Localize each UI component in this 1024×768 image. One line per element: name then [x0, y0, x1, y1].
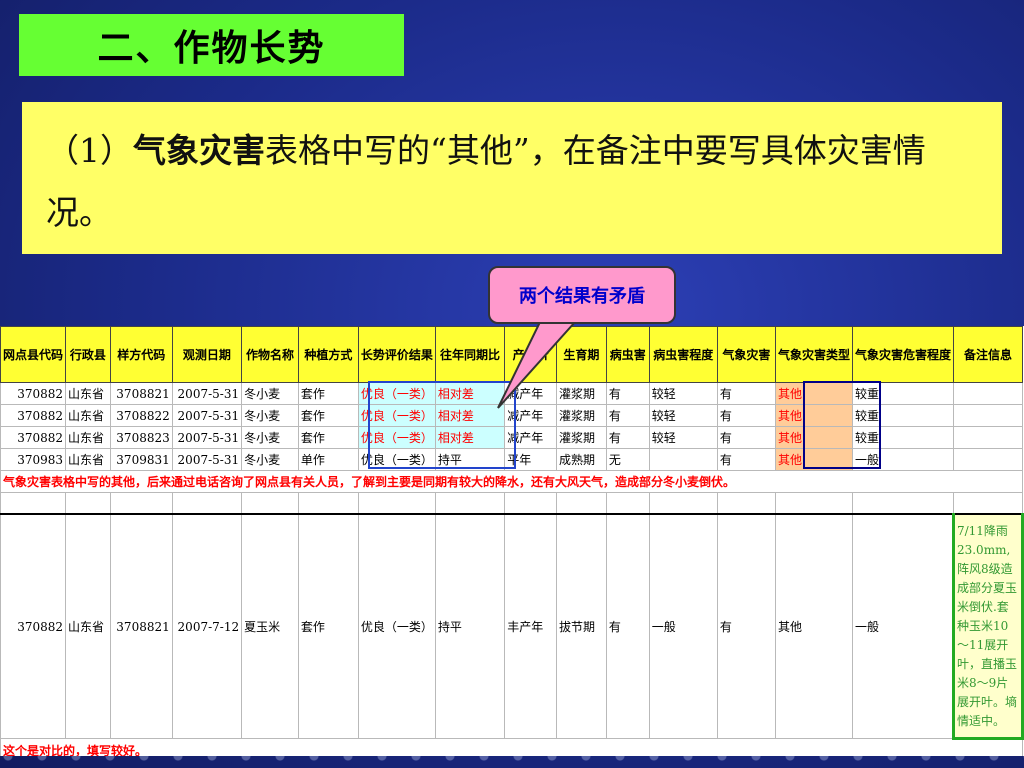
- callout-tail: [497, 320, 578, 409]
- callout-bubble: 两个结果有矛盾: [488, 266, 676, 324]
